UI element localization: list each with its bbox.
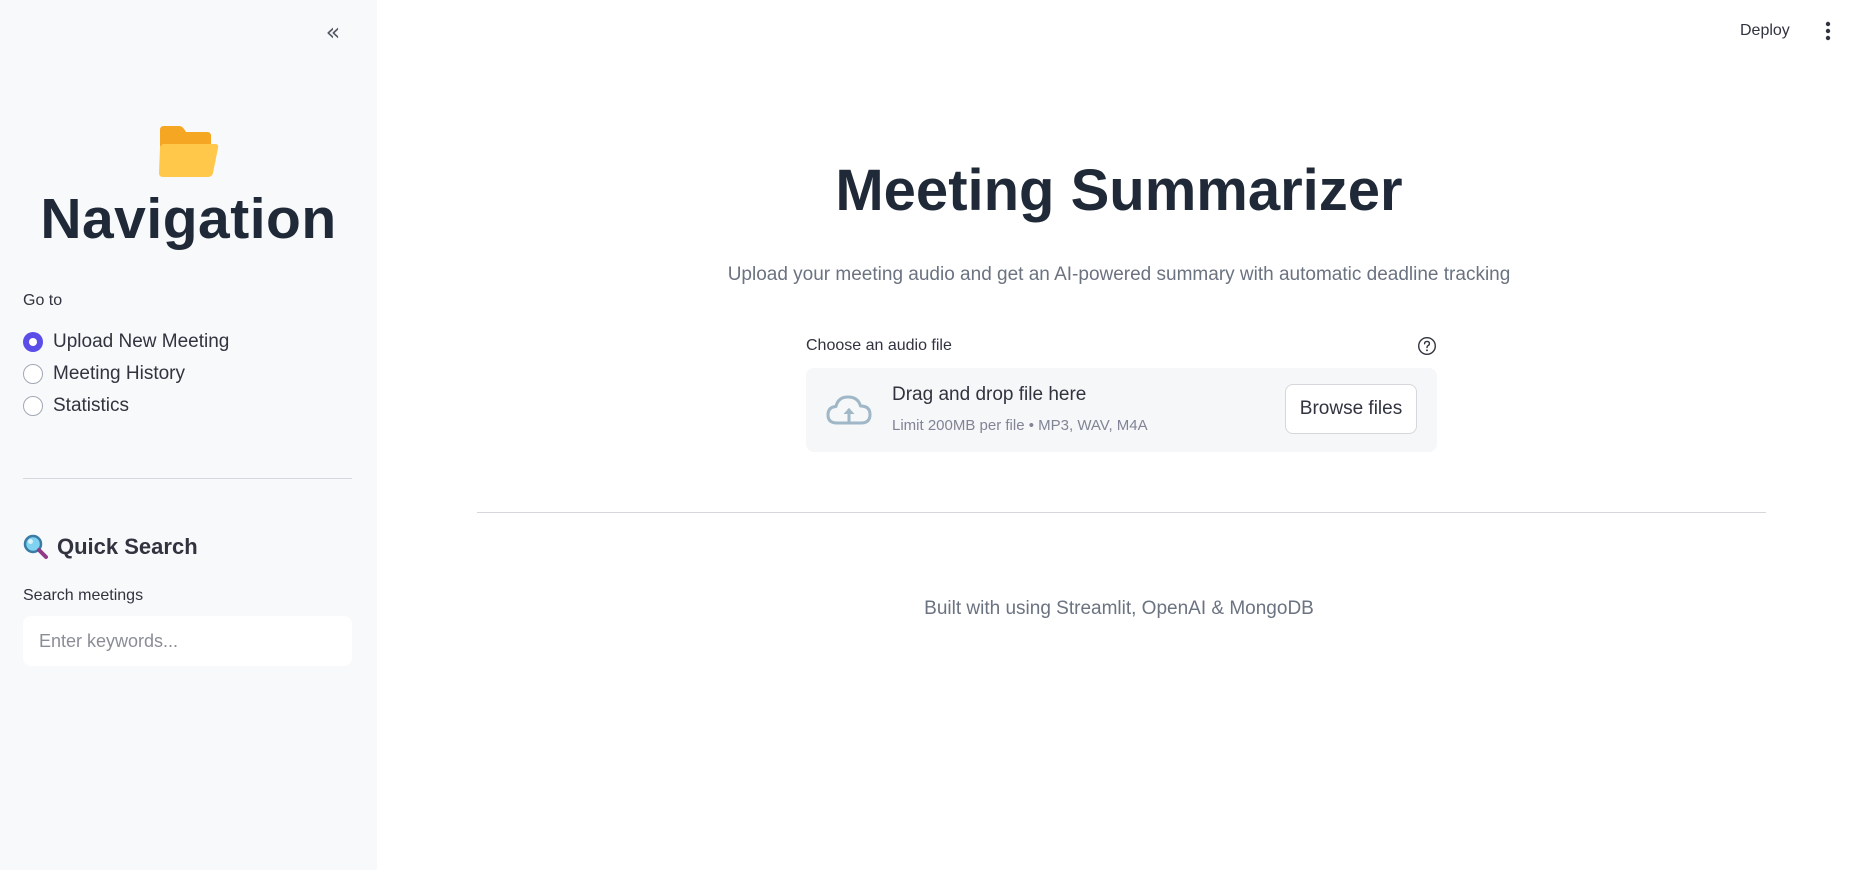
page-title: Meeting Summarizer <box>835 158 1403 223</box>
open-folder-icon <box>159 126 219 177</box>
radio-option-statistics[interactable]: Statistics <box>23 390 229 422</box>
goto-label: Go to <box>23 292 63 309</box>
radio-unselected-icon[interactable] <box>23 364 43 384</box>
question-circle-icon[interactable] <box>1417 336 1437 356</box>
page-subtitle: Upload your meeting audio and get an AI-… <box>727 264 1511 285</box>
quick-search-title: Quick Search <box>57 534 198 559</box>
search-input[interactable] <box>23 616 352 666</box>
browse-files-button[interactable]: Browse files <box>1285 384 1417 434</box>
main-divider <box>477 512 1766 513</box>
quick-search-heading: Quick Search <box>23 534 198 560</box>
sidebar-divider <box>23 478 352 479</box>
deploy-button[interactable]: Deploy <box>1730 14 1800 48</box>
vertical-dots-icon <box>1825 21 1831 41</box>
radio-selected-icon[interactable] <box>23 332 43 352</box>
collapse-sidebar-icon[interactable]: « <box>318 18 348 46</box>
radio-label: Statistics <box>53 395 130 416</box>
sidebar-title: Navigation <box>40 187 337 251</box>
sidebar: « Navigation Go to Upload New Meeting Me… <box>0 0 377 870</box>
radio-option-meeting-history[interactable]: Meeting History <box>23 358 229 390</box>
navigation-radio-group: Upload New Meeting Meeting History Stati… <box>23 326 229 422</box>
radio-option-upload-new-meeting[interactable]: Upload New Meeting <box>23 326 229 358</box>
dropzone-limit-text: Limit 200MB per file • MP3, WAV, M4A <box>892 417 1148 434</box>
file-uploader-label: Choose an audio file <box>806 337 952 354</box>
app-root: « Navigation Go to Upload New Meeting Me… <box>0 0 1861 870</box>
search-meetings-label: Search meetings <box>23 587 144 604</box>
magnifier-icon <box>23 534 48 559</box>
footer-text: Built with using Streamlit, OpenAI & Mon… <box>924 598 1314 619</box>
file-dropzone[interactable]: Drag and drop file here Limit 200MB per … <box>806 368 1437 452</box>
radio-label: Upload New Meeting <box>53 331 230 352</box>
dropzone-title: Drag and drop file here <box>892 384 1087 405</box>
main-menu-button[interactable] <box>1818 16 1838 46</box>
radio-label: Meeting History <box>53 363 185 384</box>
radio-unselected-icon[interactable] <box>23 396 43 416</box>
cloud-upload-icon <box>826 395 872 425</box>
